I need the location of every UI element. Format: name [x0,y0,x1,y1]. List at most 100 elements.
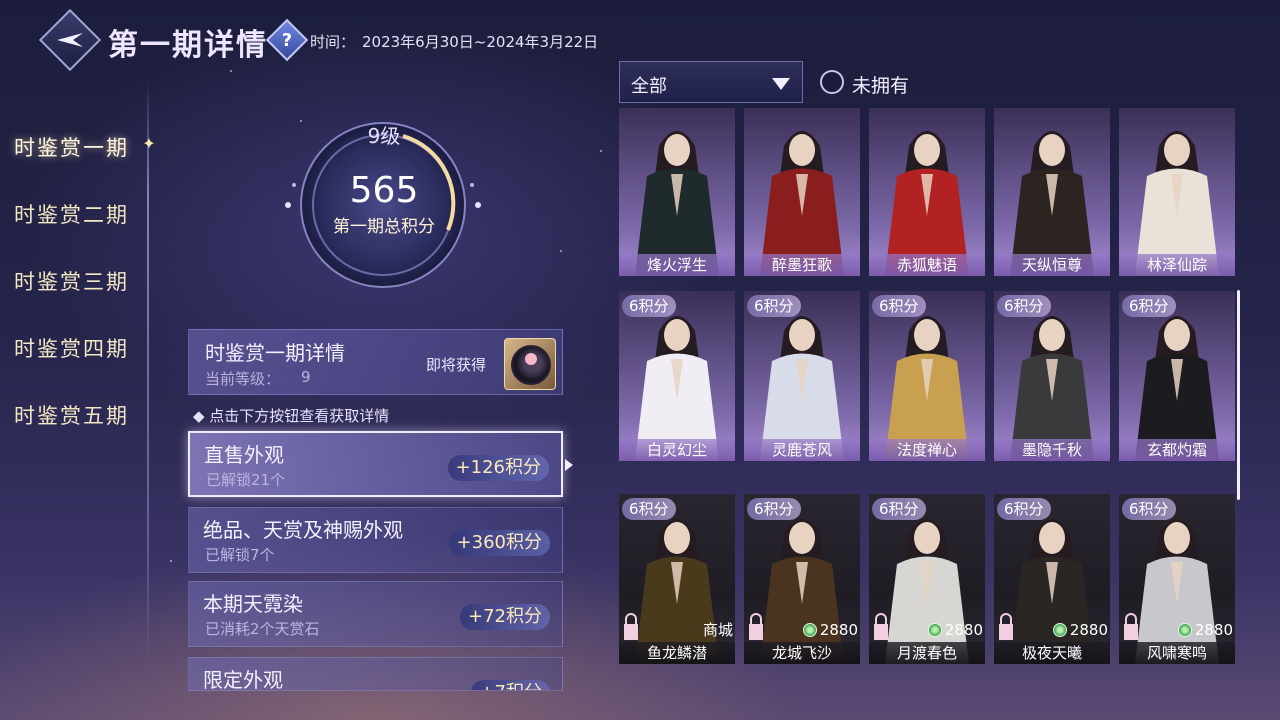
nav-item-period-4[interactable]: 时鉴赏四期 [14,333,129,363]
points-badge: 6积分 [622,295,676,317]
outfit-name: 墨隐千秋 [994,439,1110,461]
outfit-figure [1135,131,1219,276]
source-points: +360积分 [448,530,550,556]
outfit-name: 天纵恒尊 [994,254,1110,276]
outfit-card[interactable]: 烽火浮生 [619,108,735,276]
lock-icon [1124,613,1138,640]
points-badge: 6积分 [997,498,1051,520]
price-label: 2880 [1052,620,1108,640]
points-badge: 6积分 [747,295,801,317]
outfit-card[interactable]: 林泽仙踪 [1119,108,1235,276]
points-badge: 6积分 [872,295,926,317]
outfit-name: 白灵幻尘 [619,439,735,461]
upcoming-reward-icon[interactable] [504,338,556,390]
price-value: 2880 [1194,621,1233,639]
points-badge: 6积分 [747,498,801,520]
lock-icon [874,613,888,640]
detail-title: 时鉴赏一期详情 [205,341,345,365]
star-decoration [560,250,562,252]
outfit-card[interactable]: 6积分法度禅心 [869,291,985,461]
outfit-card[interactable]: 6积分玄都灼霜 [1119,291,1235,461]
outfit-name: 风啸寒鸣 [1119,642,1235,664]
active-marker-icon: ✦ [142,134,156,153]
price-value: 2880 [1069,621,1108,639]
question-icon: ? [281,29,293,51]
price-value: 2880 [819,621,858,639]
outfit-name: 鱼龙鳞潜 [619,642,735,664]
detail-card: 时鉴赏一期详情 当前等级： 9 即将获得 [188,329,563,395]
outfit-card[interactable]: 6积分墨隐千秋 [994,291,1110,461]
source-row-direct-sale[interactable]: 直售外观 已解锁21个 +126积分 [188,431,563,497]
nav-item-period-3[interactable]: 时鉴赏三期 [14,266,129,296]
source-row-dye[interactable]: 本期天霓染 已消耗2个天赏石 +72积分 [188,581,563,647]
jade-coin-icon [1052,623,1067,637]
outfit-name: 烽火浮生 [619,254,735,276]
upcoming-reward-label: 即将获得 [426,356,487,374]
points-badge: 6积分 [622,498,676,520]
outfit-card[interactable]: 6积分商城鱼龙鳞潜 [619,494,735,664]
outfit-name: 灵鹿苍风 [744,439,860,461]
total-score: 565 [349,170,419,211]
lock-icon [624,613,638,640]
points-badge: 6积分 [997,295,1051,317]
time-value: 2023年6月30日~2024年3月22日 [362,33,599,51]
jade-coin-icon [802,623,817,637]
source-name: 限定外观 [203,668,283,691]
selected-arrow-icon [565,459,573,471]
current-level-value: 9 [301,368,311,386]
outfit-card[interactable]: 6积分 2880 龙城飞沙 [744,494,860,664]
outfit-card[interactable]: 6积分灵鹿苍风 [744,291,860,461]
filter-selected-value: 全部 [631,76,667,97]
price-value: 2880 [944,621,983,639]
outfit-card[interactable]: 天纵恒尊 [994,108,1110,276]
outfit-card[interactable]: 赤狐魅语 [869,108,985,276]
lock-icon [999,613,1013,640]
outfit-card[interactable]: 6积分 2880 极夜天曦 [994,494,1110,664]
source-points: +7积分 [471,680,550,690]
outfit-name: 月渡春色 [869,642,985,664]
source-points: +72积分 [460,604,550,630]
lock-icon [749,613,763,640]
source-row-limited[interactable]: 限定外观 +7积分 [188,657,563,691]
outfit-figure [760,131,844,276]
filter-dropdown[interactable]: 全部 [619,61,803,103]
help-button[interactable]: ? [265,18,309,62]
nav-item-period-1[interactable]: 时鉴赏一期 [14,132,129,162]
time-label: 时间： [310,33,356,51]
star-decoration [230,70,232,72]
outfit-name: 赤狐魅语 [869,254,985,276]
nav-divider [147,80,149,660]
current-level-label: 当前等级： [205,370,281,388]
outfit-card[interactable]: 醉墨狂歌 [744,108,860,276]
source-row-premium[interactable]: 绝品、天赏及神赐外观 已解锁7个 +360积分 [188,507,563,573]
price-label: 2880 [802,620,858,640]
source-sub: 已消耗2个天赏石 [205,620,320,638]
price-label: 商城 [703,620,733,640]
unowned-radio[interactable] [820,70,844,94]
level-text: 9级 [367,124,401,148]
outfit-figure [1010,131,1094,276]
outfit-card[interactable]: 6积分 2880 风啸寒鸣 [1119,494,1235,664]
outfit-card[interactable]: 6积分白灵幻尘 [619,291,735,461]
price-label: 2880 [1177,620,1233,640]
back-button[interactable] [38,8,102,72]
outfit-card[interactable]: 6积分 2880 月渡春色 [869,494,985,664]
outfit-figure [885,131,969,276]
points-badge: 6积分 [1122,498,1176,520]
source-name: 本期天霓染 [203,592,303,616]
nav-item-period-2[interactable]: 时鉴赏二期 [14,199,129,229]
outfit-name: 龙城飞沙 [744,642,860,664]
page-title: 第一期详情 [108,28,268,63]
star-decoration [170,560,172,562]
outfit-name: 法度禅心 [869,439,985,461]
unowned-label[interactable]: 未拥有 [852,71,909,98]
outfit-grid: 烽火浮生 醉墨狂歌 赤狐魅语 天纵恒尊 林泽仙踪 6积分 白灵幻尘 6积分 灵鹿苍风 6积分 法度禅… [619,108,1239,688]
grid-scrollbar[interactable] [1237,290,1240,500]
price-value: 商城 [702,621,733,639]
outfit-name: 极夜天曦 [994,642,1110,664]
nav-item-period-5[interactable]: 时鉴赏五期 [14,400,129,430]
points-badge: 6积分 [1122,295,1176,317]
jade-coin-icon [1177,623,1192,637]
star-decoration [600,150,602,152]
outfit-name: 玄都灼霜 [1119,439,1235,461]
